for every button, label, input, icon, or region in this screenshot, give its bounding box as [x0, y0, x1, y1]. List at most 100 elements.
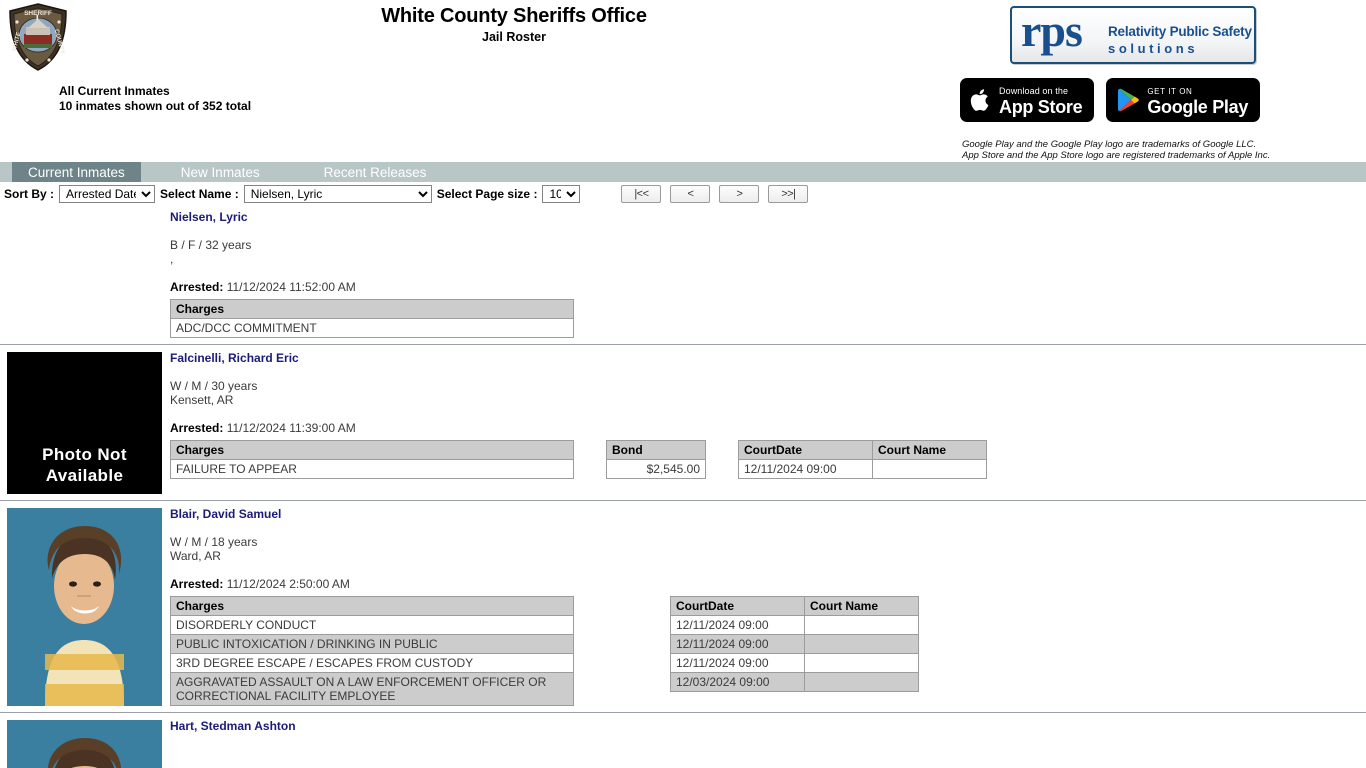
charge-row: AGGRAVATED ASSAULT ON A LAW ENFORCEMENT …: [170, 672, 574, 706]
court-date: 12/03/2024 09:00: [670, 672, 805, 692]
inmate-tables: Charges ADC/DCC COMMITMENT: [170, 299, 1366, 338]
charge-text: PUBLIC INTOXICATION / DRINKING IN PUBLIC: [170, 634, 574, 654]
inmate-demographics: W / M / 18 years Ward, AR: [170, 535, 1366, 563]
inmate-roster-list: Nielsen, Lyric B / F / 32 years, Arrested:…: [0, 204, 1366, 768]
prev-page-button[interactable]: <: [670, 185, 711, 203]
charges-table: Charges DISORDERLY CONDUCT PUBLIC INTOXICA…: [170, 596, 574, 706]
sort-by-select[interactable]: Arrested DateName: [59, 185, 156, 203]
charges-table: Charges ADC/DCC COMMITMENT: [170, 299, 574, 338]
pagination-controls: |<< < > >>|: [621, 185, 809, 203]
trademark-line-2: App Store and the App Store logo are reg…: [962, 150, 1271, 161]
inmate-info-column: Hart, Stedman Ashton: [170, 713, 1366, 768]
last-page-button[interactable]: >>|: [768, 185, 809, 203]
google-play-button[interactable]: GET IT ON Google Play: [1106, 78, 1261, 122]
tab-new-inmates[interactable]: New Inmates: [165, 162, 276, 182]
court-date: 12/11/2024 09:00: [670, 634, 805, 654]
next-page-button[interactable]: >: [719, 185, 760, 203]
charges-header: Charges: [170, 596, 574, 616]
charges-header-row: Charges: [170, 299, 574, 319]
inmate-name-link[interactable]: Hart, Stedman Ashton: [170, 719, 296, 733]
charge-text: AGGRAVATED ASSAULT ON A LAW ENFORCEMENT …: [170, 672, 574, 706]
arrested-label: Arrested:: [170, 421, 224, 435]
photo-placeholder-line-2: Available: [45, 466, 124, 485]
trademark-notice: Google Play and the Google Play logo are…: [962, 139, 1270, 161]
page-subtitle: Jail Roster: [482, 30, 546, 44]
arrested-info: Arrested: 11/12/2024 2:50:00 AM: [170, 577, 1366, 591]
app-store-small-label: Download on the: [999, 86, 1069, 96]
arrested-info: Arrested: 11/12/2024 11:52:00 AM: [170, 280, 1366, 294]
court-header-row: CourtDate Court Name: [670, 596, 919, 616]
rps-logo-line-2: solutions: [1108, 41, 1199, 56]
charge-row: ADC/DCC COMMITMENT: [170, 318, 574, 338]
court-date: 12/11/2024 09:00: [670, 653, 805, 673]
arrested-label: Arrested:: [170, 577, 224, 591]
inmate-record: Nielsen, Lyric B / F / 32 years, Arrested:…: [0, 204, 1366, 345]
inmate-record: Photo Not Available Falcinelli, Richard Er…: [0, 345, 1366, 501]
bond-amount: $2,545.00: [606, 459, 706, 479]
court-date-header: CourtDate: [670, 596, 805, 616]
page-size-select[interactable]: 102550: [542, 185, 581, 203]
photo-placeholder-line-1: Photo Not: [42, 445, 127, 464]
inmate-location: ,: [170, 252, 174, 266]
court-row: 12/11/2024 09:00: [670, 615, 919, 635]
inmate-name-link[interactable]: Blair, David Samuel: [170, 507, 281, 521]
inmate-record: Blair, David Samuel W / M / 18 years Ward,…: [0, 501, 1366, 713]
race-sex-age: W / M / 18 years: [170, 535, 258, 549]
first-page-button[interactable]: |<<: [621, 185, 662, 203]
tab-current-inmates[interactable]: Current Inmates: [12, 162, 141, 182]
inmate-tables: Charges DISORDERLY CONDUCT PUBLIC INTOXICA…: [170, 596, 1366, 706]
inmate-demographics: W / M / 30 years Kensett, AR: [170, 379, 1366, 407]
inmate-mugshot[interactable]: [7, 508, 162, 706]
charges-table: Charges FAILURE TO APPEAR: [170, 440, 574, 479]
tab-recent-releases[interactable]: Recent Releases: [308, 162, 443, 182]
court-date: 12/11/2024 09:00: [670, 615, 805, 635]
store-badges: Download on the App Store GET IT ON Goog…: [960, 78, 1261, 122]
no-photo-spacer: [7, 211, 162, 223]
counts-line-2: 10 inmates shown out of 352 total: [59, 99, 252, 113]
select-name-label: Select Name :: [160, 187, 239, 201]
court-row: 12/03/2024 09:00: [670, 672, 919, 692]
court-row: 12/11/2024 09:00: [670, 634, 919, 654]
race-sex-age: B / F / 32 years: [170, 238, 252, 252]
court-table: CourtDate Court Name 12/11/2024 09:00: [738, 440, 987, 479]
arrested-date: 11/12/2024 11:39:00 AM: [226, 421, 356, 435]
charges-header: Charges: [170, 299, 574, 319]
inmate-name-link[interactable]: Falcinelli, Richard Eric: [170, 351, 299, 365]
court-name: [872, 459, 987, 479]
page-header: SHERIFF WHITE COUNTY White County Sherif…: [0, 0, 1366, 162]
arrested-info: Arrested: 11/12/2024 11:39:00 AM: [170, 421, 1366, 435]
rps-logo: rps rps Relativity Public Safety solutio…: [1010, 1, 1260, 68]
page-size-label: Select Page size :: [436, 187, 538, 201]
inmate-counts: All Current Inmates 10 inmates shown out…: [59, 84, 251, 114]
rps-logo-line-1: Relativity Public Safety: [1108, 24, 1252, 39]
bond-header: Bond: [606, 440, 706, 460]
inmate-photo-column: [0, 204, 170, 338]
race-sex-age: W / M / 30 years: [170, 379, 258, 393]
arrested-date: 11/12/2024 2:50:00 AM: [226, 577, 350, 591]
inmate-name-link[interactable]: Nielsen, Lyric: [170, 210, 248, 224]
inmate-demographics: B / F / 32 years,: [170, 238, 1366, 266]
inmate-photo-column: [0, 713, 170, 768]
app-store-button[interactable]: Download on the App Store: [960, 78, 1095, 122]
rps-logo-letters: rps: [1021, 5, 1083, 56]
trademark-line-1: Google Play and the Google Play logo are…: [962, 139, 1257, 150]
app-store-text: Download on the App Store: [999, 83, 1083, 117]
inmate-record: Hart, Stedman Ashton: [0, 713, 1366, 768]
inmate-location: Ward, AR: [170, 549, 221, 563]
google-play-icon: [1116, 87, 1140, 113]
google-play-small-label: GET IT ON: [1147, 87, 1193, 96]
court-row: 12/11/2024 09:00: [670, 653, 919, 673]
charge-text: 3RD DEGREE ESCAPE / ESCAPES FROM CUSTODY: [170, 653, 574, 673]
filter-toolbar: Sort By : Arrested DateName Select Name …: [0, 182, 1366, 204]
page-title: White County Sheriffs Office: [381, 5, 647, 27]
rps-logo-box: rps Relativity Public Safety solutions: [1010, 5, 1256, 64]
charges-header-row: Charges: [170, 440, 574, 460]
arrested-date: 11/12/2024 11:52:00 AM: [226, 280, 356, 294]
court-name-header: Court Name: [872, 440, 987, 460]
select-name-dropdown[interactable]: Nielsen, LyricFalcinelli, Richard EricBl…: [243, 185, 432, 203]
court-row: 12/11/2024 09:00: [738, 459, 987, 479]
photo-not-available: Photo Not Available: [7, 352, 162, 494]
court-date: 12/11/2024 09:00: [738, 459, 873, 479]
charge-text: ADC/DCC COMMITMENT: [170, 318, 574, 338]
inmate-mugshot[interactable]: [7, 720, 162, 768]
